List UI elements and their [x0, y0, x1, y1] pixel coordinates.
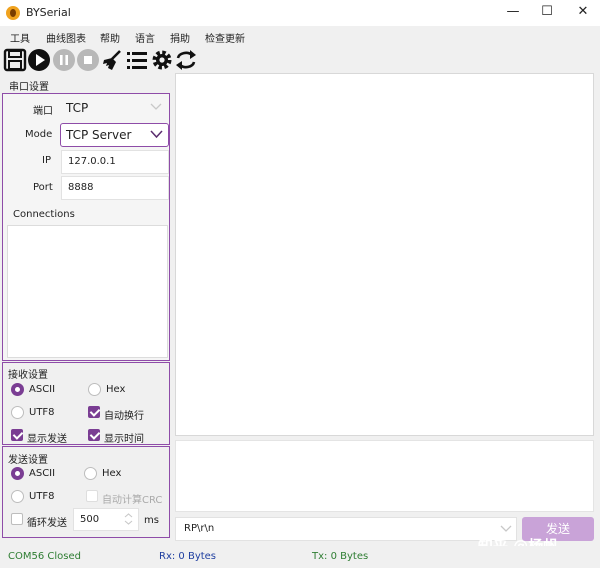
receive-ascii-label: ASCII [29, 384, 56, 395]
loop-send-checkbox[interactable] [11, 513, 23, 525]
mode-select-value: TCP Server [66, 128, 132, 142]
auto-newline-checkbox[interactable] [88, 406, 100, 418]
port-status: COM56 Closed [8, 551, 81, 562]
pause-icon[interactable] [52, 48, 76, 72]
send-hex-label: Hex [102, 468, 122, 479]
port-number-field[interactable]: 8888 [61, 176, 169, 200]
send-text-area[interactable] [175, 440, 594, 512]
send-history-value: RP\r\n [184, 523, 215, 534]
connections-list[interactable] [7, 225, 168, 358]
status-bar [0, 546, 600, 568]
ip-label: IP [42, 155, 51, 166]
menu-help[interactable]: 帮助 [100, 30, 120, 45]
send-ascii-radio[interactable] [11, 467, 24, 480]
interval-unit: ms [144, 515, 159, 526]
receive-utf8-radio[interactable] [11, 406, 24, 419]
clear-icon[interactable] [100, 48, 124, 72]
window-title: BYSerial [26, 6, 71, 19]
connections-label: Connections [13, 209, 75, 220]
mode-label: Mode [25, 129, 53, 140]
ip-field[interactable]: 127.0.0.1 [61, 150, 169, 174]
menu-language[interactable]: 语言 [135, 30, 155, 45]
minimize-button[interactable]: — [496, 0, 530, 26]
show-send-checkbox[interactable] [11, 429, 23, 441]
port-label: 端口 [33, 106, 53, 117]
send-settings-title: 发送设置 [8, 455, 48, 466]
spin-arrows-icon[interactable] [124, 512, 133, 526]
show-time-label: 显示时间 [104, 434, 144, 445]
rx-count: Rx: 0 Bytes [159, 551, 217, 562]
port-select-value: TCP [66, 101, 89, 115]
send-ascii-label: ASCII [29, 468, 56, 479]
swap-icon[interactable] [174, 48, 198, 72]
menu-bar [0, 26, 600, 46]
save-icon[interactable] [3, 48, 27, 72]
gear-icon[interactable] [150, 48, 174, 72]
chevron-down-icon [150, 103, 162, 110]
receive-hex-label: Hex [106, 384, 126, 395]
show-time-checkbox[interactable] [88, 429, 100, 441]
menu-check-update[interactable]: 检查更新 [205, 30, 245, 45]
tx-count: Tx: 0 Bytes [312, 551, 369, 562]
send-utf8-radio[interactable] [11, 490, 24, 503]
send-hex-radio[interactable] [84, 467, 97, 480]
send-utf8-label: UTF8 [29, 491, 55, 502]
menu-chart[interactable]: 曲线图表 [46, 30, 86, 45]
chevron-down-icon [500, 525, 512, 532]
stop-icon[interactable] [76, 48, 100, 72]
menu-donate[interactable]: 捐助 [170, 30, 190, 45]
auto-crc-label: 自动计算CRC [102, 495, 163, 506]
close-button[interactable]: ✕ [566, 0, 600, 26]
show-send-label: 显示发送 [27, 434, 67, 445]
menu-tools[interactable]: 工具 [10, 30, 30, 45]
app-logo-icon [6, 6, 20, 20]
receive-text-area[interactable] [175, 73, 594, 436]
auto-crc-checkbox[interactable] [86, 490, 98, 502]
play-icon[interactable] [27, 48, 51, 72]
port-number-label: Port [33, 182, 53, 193]
loop-send-label: 循环发送 [27, 518, 67, 529]
list-icon[interactable] [125, 48, 149, 72]
receive-settings-title: 接收设置 [8, 370, 48, 381]
receive-ascii-radio[interactable] [11, 383, 24, 396]
maximize-button[interactable]: ☐ [530, 0, 564, 26]
send-history-select[interactable]: RP\r\n [175, 517, 517, 541]
receive-utf8-label: UTF8 [29, 407, 55, 418]
auto-newline-label: 自动换行 [104, 411, 144, 422]
port-settings-title: 串口设置 [9, 82, 49, 93]
chevron-down-icon [150, 130, 163, 139]
receive-hex-radio[interactable] [88, 383, 101, 396]
